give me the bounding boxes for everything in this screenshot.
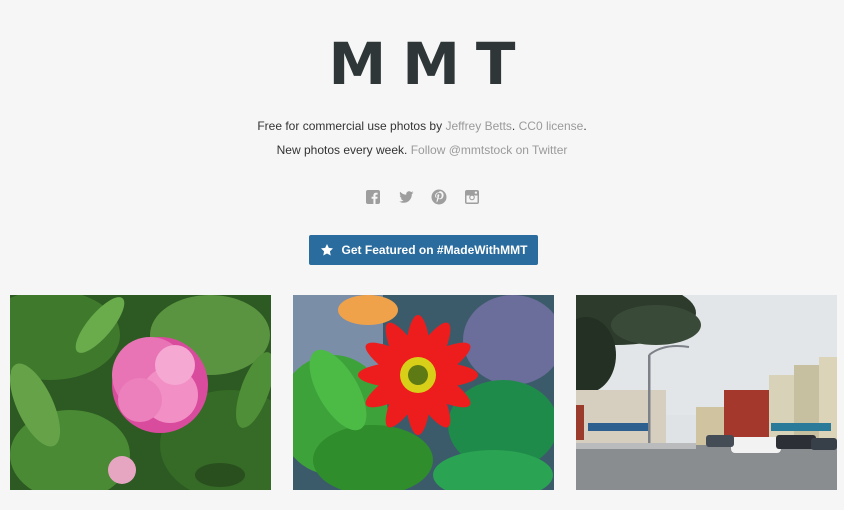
get-featured-label: Get Featured on #MadeWithMMT bbox=[341, 243, 528, 257]
intro-text: Free for commercial use photos by bbox=[257, 119, 443, 133]
social-links bbox=[0, 189, 844, 205]
photo-red-gerbera[interactable] bbox=[293, 295, 554, 490]
author-link[interactable]: Jeffrey Betts bbox=[445, 119, 511, 133]
pinterest-icon[interactable] bbox=[431, 189, 447, 205]
intro-line: Free for commercial use photos by Jeffre… bbox=[0, 119, 844, 133]
star-icon bbox=[320, 244, 333, 256]
photo-street-scene[interactable] bbox=[576, 295, 837, 490]
intro-end: . bbox=[583, 119, 587, 133]
get-featured-button[interactable]: Get Featured on #MadeWithMMT bbox=[309, 235, 538, 265]
instagram-icon[interactable] bbox=[464, 189, 480, 205]
twitter-icon[interactable] bbox=[398, 189, 414, 205]
site-logo[interactable]: MMT bbox=[0, 35, 844, 93]
photo-pink-peony[interactable] bbox=[10, 295, 271, 490]
weekly-line: New photos every week. Follow @mmtstock … bbox=[0, 143, 844, 157]
weekly-text: New photos every week. bbox=[276, 143, 408, 157]
twitter-follow-link[interactable]: Follow @mmtstock on Twitter bbox=[411, 143, 568, 157]
intro-separator: . bbox=[511, 119, 516, 133]
facebook-icon[interactable] bbox=[365, 189, 381, 205]
license-link[interactable]: CC0 license bbox=[519, 119, 584, 133]
